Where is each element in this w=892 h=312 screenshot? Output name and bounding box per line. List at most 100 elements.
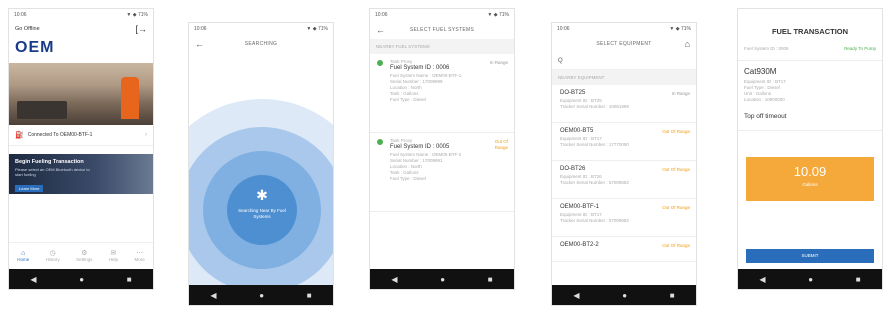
recent-nav-icon[interactable]: ■: [670, 291, 675, 300]
range-status: Out Of Range: [662, 129, 690, 134]
equipment-row[interactable]: OEM00-BT2-2 Out Of Range: [552, 237, 696, 262]
home-nav-icon[interactable]: ●: [808, 275, 813, 284]
status-icons: ▼ ◆ 71%: [669, 26, 691, 32]
equipment-row[interactable]: OEM00-BTF-1 Equipment ID : BT17 Tracker …: [552, 199, 696, 237]
status-icons: ▼ ◆ 71%: [126, 12, 148, 18]
home-nav-icon[interactable]: ●: [79, 275, 84, 284]
tab-help-label: Help: [108, 257, 119, 262]
system-detail: Fuel Type : Diesel: [390, 97, 426, 102]
page-title: FUEL TRANSACTION: [771, 27, 849, 36]
tab-settings-label: Settings: [76, 257, 93, 262]
equipment-detail: Tracker Serial Number : 17770050: [560, 142, 629, 147]
phone-home-screen: 10:06 ▼ ◆ 71% Go Offline [→ OEM ⛽ Connec…: [8, 8, 154, 290]
home-nav-icon[interactable]: ●: [440, 275, 445, 284]
timeout-label: Top off timeout: [738, 109, 882, 131]
scan-center: ✱ Searching Near By Fuel Systems: [227, 175, 297, 245]
scan-text: Searching Near By Fuel Systems: [238, 208, 286, 219]
tab-history[interactable]: ◷ History: [46, 249, 60, 263]
home-nav-icon[interactable]: ●: [259, 291, 264, 300]
go-offline-toggle[interactable]: Go Offline: [15, 26, 40, 32]
connection-status[interactable]: ⛽ Connected To OEM00-BTF-1 ›: [9, 125, 153, 146]
vehicle-name: Cat930M: [744, 67, 777, 76]
status-icons: ▼ ◆ 71%: [487, 12, 509, 18]
tab-help[interactable]: ✉ Help: [109, 249, 118, 263]
help-icon: ✉: [110, 250, 117, 257]
vehicle-detail: Location : 10900000: [744, 97, 785, 102]
home-nav-icon[interactable]: ●: [622, 291, 627, 300]
fuel-system-row[interactable]: Tank Proxy Fuel System ID : 0005 Fuel Sy…: [370, 133, 514, 212]
status-bar: 10:06 ▼ ◆ 71%: [552, 23, 696, 35]
amount-display: 10.09 Gallons: [746, 157, 874, 201]
range-status: Out Of Range: [662, 167, 690, 172]
home-icon[interactable]: ⌂: [685, 39, 690, 49]
equipment-row[interactable]: OEM00-BT5 Equipment ID : BT17 Tracker Se…: [552, 123, 696, 161]
page-title: SELECT EQUIPMENT: [596, 41, 652, 47]
page-title: SEARCHING: [244, 41, 278, 47]
equipment-row[interactable]: DO-BT25 Equipment ID : BT25 Tracker Seri…: [552, 85, 696, 123]
tab-more[interactable]: ⋯ More: [134, 249, 144, 263]
back-nav-icon[interactable]: ◀: [573, 291, 579, 300]
range-status: Out Of Range: [662, 243, 690, 248]
status-icons: ▼ ◆ 71%: [306, 26, 328, 32]
tab-settings[interactable]: ⚙ Settings: [76, 249, 92, 263]
recent-nav-icon[interactable]: ■: [856, 275, 861, 284]
tab-history-label: History: [45, 257, 60, 262]
back-nav-icon[interactable]: ◀: [391, 275, 397, 284]
back-arrow-icon[interactable]: ←: [376, 25, 385, 35]
equipment-detail: Tracker Serial Number : 57009582: [560, 180, 629, 185]
more-icon: ⋯: [136, 250, 144, 257]
status-time: 10:06: [557, 26, 570, 32]
promo-banner[interactable]: Begin Fueling Transaction Please select …: [9, 154, 153, 194]
chevron-right-icon: ›: [145, 132, 147, 138]
system-id: Fuel System ID : 0006: [390, 65, 450, 71]
status-time: 10:06: [14, 12, 27, 18]
oem-logo: OEM: [15, 39, 55, 56]
promo-link[interactable]: Learn More: [15, 185, 44, 192]
equipment-row[interactable]: DO-BT26 Equipment ID : BT26 Tracker Seri…: [552, 161, 696, 199]
bluetooth-icon: ✱: [256, 187, 268, 203]
phone-fuel-transaction: FUEL TRANSACTION Fuel System ID : 0006 R…: [737, 8, 883, 290]
equipment-name: DO-BT25: [560, 90, 586, 96]
range-status: Out Of Range: [494, 139, 508, 150]
back-nav-icon[interactable]: ◀: [30, 275, 36, 284]
back-nav-icon[interactable]: ◀: [759, 275, 765, 284]
settings-icon: ⚙: [81, 250, 88, 257]
back-arrow-icon[interactable]: ←: [195, 39, 204, 49]
android-nav-bar: ◀ ● ■: [552, 285, 696, 305]
recent-nav-icon[interactable]: ■: [127, 275, 132, 284]
back-nav-icon[interactable]: ◀: [210, 291, 216, 300]
search-icon: Q: [558, 58, 563, 64]
equipment-detail: Tracker Serial Number : 10051999: [560, 104, 629, 109]
connected-text: Connected To OEM00-BTF-1: [27, 132, 93, 138]
equipment-detail: Tracker Serial Number : 57009582: [560, 218, 629, 223]
android-nav-bar: ◀ ● ■: [370, 269, 514, 289]
page-title: SELECT FUEL SYSTEMS: [409, 27, 475, 33]
history-icon: ◷: [49, 250, 56, 257]
home-icon: ⌂: [21, 249, 26, 257]
status-bar: 10:06 ▼ ◆ 71%: [9, 9, 153, 21]
fuel-system-row[interactable]: Tank Proxy Fuel System ID : 0006 Fuel Sy…: [370, 54, 514, 133]
app-header: ← SELECT FUEL SYSTEMS: [370, 21, 514, 39]
recent-nav-icon[interactable]: ■: [307, 291, 312, 300]
fuel-pump-icon: ⛽: [15, 132, 24, 139]
range-status: In Range: [671, 91, 690, 96]
phone-select-equipment: 10:06 ▼ ◆ 71% SELECT EQUIPMENT ⌂ Q NEARB…: [551, 22, 697, 306]
phone-select-fuel-systems: 10:06 ▼ ◆ 71% ← SELECT FUEL SYSTEMS NEAR…: [369, 8, 515, 290]
amount-unit: Gallons: [802, 182, 818, 187]
worker-figure: [121, 77, 139, 119]
status-dot-icon: [377, 139, 383, 145]
recent-nav-icon[interactable]: ■: [488, 275, 493, 284]
tab-more-label: More: [134, 257, 145, 262]
status-dot-icon: [377, 60, 383, 66]
range-status: Out Of Range: [662, 205, 690, 210]
bottom-tab-bar: ⌂ Home ◷ History ⚙ Settings ✉ Help ⋯ Mor…: [9, 242, 153, 269]
logout-icon[interactable]: [→: [135, 24, 147, 34]
android-nav-bar: ◀ ● ■: [9, 269, 153, 289]
tab-home[interactable]: ⌂ Home: [17, 250, 29, 263]
status-time: 10:06: [375, 12, 388, 18]
submit-button[interactable]: SUBMIT: [746, 249, 874, 263]
app-header: SELECT EQUIPMENT ⌂: [552, 35, 696, 53]
search-input[interactable]: Q: [552, 53, 696, 70]
phone-searching-screen: 10:06 ▼ ◆ 71% ← SEARCHING ✱ Searching Ne…: [188, 22, 334, 306]
status-bar: 10:06 ▼ ◆ 71%: [370, 9, 514, 21]
